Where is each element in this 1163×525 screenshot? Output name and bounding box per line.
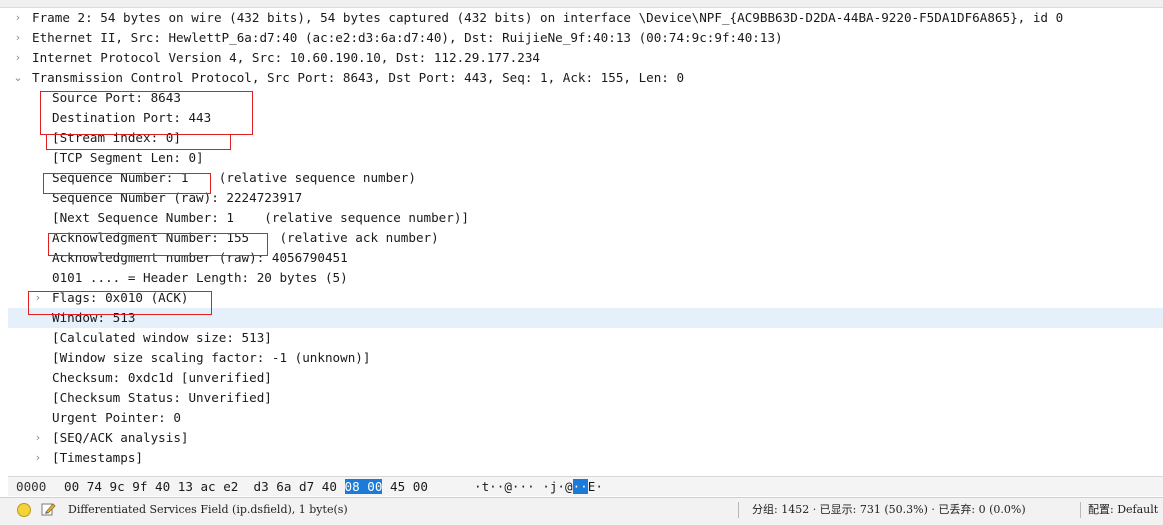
status-separator	[738, 502, 739, 518]
expert-info-indicator-icon[interactable]	[17, 503, 31, 517]
tree-row-label: Transmission Control Protocol, Src Port:…	[32, 70, 685, 85]
hex-bytes-after: 45 00	[382, 479, 428, 494]
chevron-right-icon[interactable]: ›	[32, 448, 44, 468]
tree-row-label: Flags: 0x010 (ACK)	[52, 290, 189, 305]
tree-row-label: Urgent Pointer: 0	[52, 410, 181, 425]
tree-row-label: Destination Port: 443	[52, 110, 212, 125]
checksum-status-row[interactable]: [Checksum Status: Unverified]	[8, 388, 1163, 408]
tree-row-label: Internet Protocol Version 4, Src: 10.60.…	[32, 50, 540, 65]
tree-row-label: 0101 .... = Header Length: 20 bytes (5)	[52, 270, 348, 285]
tree-row-label: [Timestamps]	[52, 450, 143, 465]
hex-ascii[interactable]: ·t··@··· ·j·@··E·	[474, 477, 603, 497]
header-length-row[interactable]: 0101 .... = Header Length: 20 bytes (5)	[8, 268, 1163, 288]
ethernet-row[interactable]: › Ethernet II, Src: HewlettP_6a:d7:40 (ac…	[8, 28, 1163, 48]
tree-row-label: Frame 2: 54 bytes on wire (432 bits), 54…	[32, 10, 1064, 25]
tree-row-label: Acknowledgment Number: 155 (relative ack…	[52, 230, 439, 245]
tree-row-label: [Stream index: 0]	[52, 130, 181, 145]
chevron-right-icon[interactable]: ›	[32, 428, 44, 448]
tree-row-label: [Window size scaling factor: -1 (unknown…	[52, 350, 371, 365]
tree-row-label: Window: 513	[52, 310, 136, 325]
seq-ack-analysis-row[interactable]: › [SEQ/ACK analysis]	[8, 428, 1163, 448]
chevron-right-icon[interactable]: ›	[12, 8, 24, 28]
tree-row-label: [TCP Segment Len: 0]	[52, 150, 204, 165]
hex-bytes-selected: 08 00	[344, 479, 383, 494]
ip-row[interactable]: › Internet Protocol Version 4, Src: 10.60…	[8, 48, 1163, 68]
status-bar: Differentiated Services Field (ip.dsfiel…	[0, 497, 1163, 525]
tree-row-label: Acknowledgment number (raw): 4056790451	[52, 250, 348, 265]
window-row[interactable]: Window: 513	[8, 308, 1163, 328]
top-pane-edge	[0, 0, 1163, 8]
frame-row[interactable]: › Frame 2: 54 bytes on wire (432 bits), 5…	[8, 8, 1163, 28]
sequence-number-raw-row[interactable]: Sequence Number (raw): 2224723917	[8, 188, 1163, 208]
stream-index-row[interactable]: [Stream index: 0]	[8, 128, 1163, 148]
destination-port-row[interactable]: Destination Port: 443	[8, 108, 1163, 128]
acknowledgment-number-row[interactable]: Acknowledgment Number: 155 (relative ack…	[8, 228, 1163, 248]
status-message: Differentiated Services Field (ip.dsfiel…	[68, 503, 348, 516]
next-sequence-number-row[interactable]: [Next Sequence Number: 1 (relative seque…	[8, 208, 1163, 228]
status-separator	[1080, 502, 1081, 518]
hex-ascii-after: E·	[587, 479, 603, 494]
tree-row-label: Sequence Number: 1 (relative sequence nu…	[52, 170, 416, 185]
tree-row-label: Sequence Number (raw): 2224723917	[52, 190, 303, 205]
packet-details-tree[interactable]: › Frame 2: 54 bytes on wire (432 bits), 5…	[8, 8, 1163, 472]
hex-bytes-before: 00 74 9c 9f 40 13 ac e2 d3 6a d7 40	[64, 479, 345, 494]
chevron-right-icon[interactable]: ›	[12, 28, 24, 48]
sequence-number-row[interactable]: Sequence Number: 1 (relative sequence nu…	[8, 168, 1163, 188]
chevron-right-icon[interactable]: ›	[32, 288, 44, 308]
tree-row-label: [Calculated window size: 513]	[52, 330, 272, 345]
hex-offset: 0000	[16, 479, 47, 494]
timestamps-row[interactable]: › [Timestamps]	[8, 448, 1163, 468]
tcp-segment-len-row[interactable]: [TCP Segment Len: 0]	[8, 148, 1163, 168]
hex-bytes[interactable]: 00 74 9c 9f 40 13 ac e2 d3 6a d7 40 08 0…	[64, 477, 428, 497]
tree-row-label: [SEQ/ACK analysis]	[52, 430, 189, 445]
hex-ascii-selected: ··	[572, 479, 588, 494]
urgent-pointer-row[interactable]: Urgent Pointer: 0	[8, 408, 1163, 428]
profile-label[interactable]: 配置: Default	[1088, 498, 1158, 522]
capture-comment-icon[interactable]	[40, 501, 56, 517]
chevron-right-icon[interactable]: ›	[12, 48, 24, 68]
calculated-window-size-row[interactable]: [Calculated window size: 513]	[8, 328, 1163, 348]
acknowledgment-number-raw-row[interactable]: Acknowledgment number (raw): 4056790451	[8, 248, 1163, 268]
tree-row-label: Ethernet II, Src: HewlettP_6a:d7:40 (ac:…	[32, 30, 783, 45]
window-scaling-factor-row[interactable]: [Window size scaling factor: -1 (unknown…	[8, 348, 1163, 368]
chevron-down-icon[interactable]: ⌄	[12, 68, 24, 88]
flags-row[interactable]: › Flags: 0x010 (ACK)	[8, 288, 1163, 308]
packet-bytes-pane[interactable]: 0000 00 74 9c 9f 40 13 ac e2 d3 6a d7 40…	[8, 476, 1163, 496]
tcp-row[interactable]: ⌄ Transmission Control Protocol, Src Port…	[8, 68, 1163, 88]
packet-counts: 分组: 1452 · 已显示: 731 (50.3%) · 已丢弃: 0 (0.…	[752, 503, 1026, 516]
hex-ascii-before: ·t··@··· ·j·@	[474, 479, 573, 494]
tree-row-label: [Checksum Status: Unverified]	[52, 390, 272, 405]
tree-row-label: Source Port: 8643	[52, 90, 181, 105]
tree-row-label: Checksum: 0xdc1d [unverified]	[52, 370, 272, 385]
source-port-row[interactable]: Source Port: 8643	[8, 88, 1163, 108]
tree-row-label: [Next Sequence Number: 1 (relative seque…	[52, 210, 470, 225]
checksum-row[interactable]: Checksum: 0xdc1d [unverified]	[8, 368, 1163, 388]
